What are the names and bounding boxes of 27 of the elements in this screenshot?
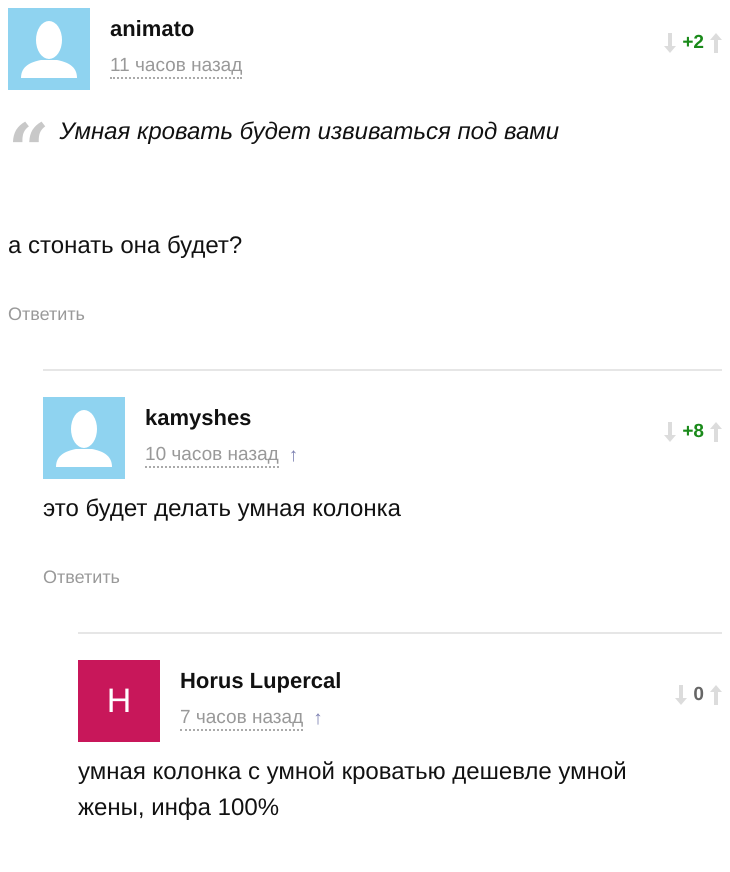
vote-score: +2: [682, 32, 704, 54]
timestamp-link[interactable]: 10 часов назад: [145, 445, 279, 468]
timestamp-link[interactable]: 7 часов назад: [180, 708, 304, 731]
upvote-icon[interactable]: [710, 685, 722, 705]
downvote-icon[interactable]: [664, 33, 676, 53]
timestamp-link[interactable]: 11 часов назад: [110, 56, 242, 79]
vote-score: 0: [693, 684, 704, 706]
person-silhouette-icon: [19, 18, 79, 80]
comment-text: а стонать она будет?: [8, 231, 244, 261]
parent-link[interactable]: ↑: [313, 708, 323, 730]
downvote-icon[interactable]: [664, 422, 676, 442]
downvote-icon[interactable]: [675, 685, 688, 705]
avatar-letter: H: [106, 682, 132, 720]
author-name: Horus Lupercal: [180, 668, 342, 694]
quote-mark: “: [8, 118, 50, 162]
comment-text: это будет делать умная колонка: [43, 494, 402, 524]
upvote-icon[interactable]: [710, 422, 722, 442]
reply-link[interactable]: Ответить: [8, 304, 85, 324]
quote-text: Умная кровать будет извиваться под вами: [59, 118, 560, 146]
upvote-icon[interactable]: [710, 33, 722, 53]
author-name: animato: [110, 16, 196, 42]
parent-link[interactable]: ↑: [288, 445, 298, 468]
person-silhouette-icon: [54, 407, 114, 469]
author-name: kamyshes: [145, 405, 252, 431]
comment-text: умная колонка с умной кроватью дешевле умной жены, инфа 100%: [78, 757, 628, 823]
vote-score: +8: [682, 421, 704, 443]
reply-link[interactable]: Ответить: [43, 567, 120, 587]
